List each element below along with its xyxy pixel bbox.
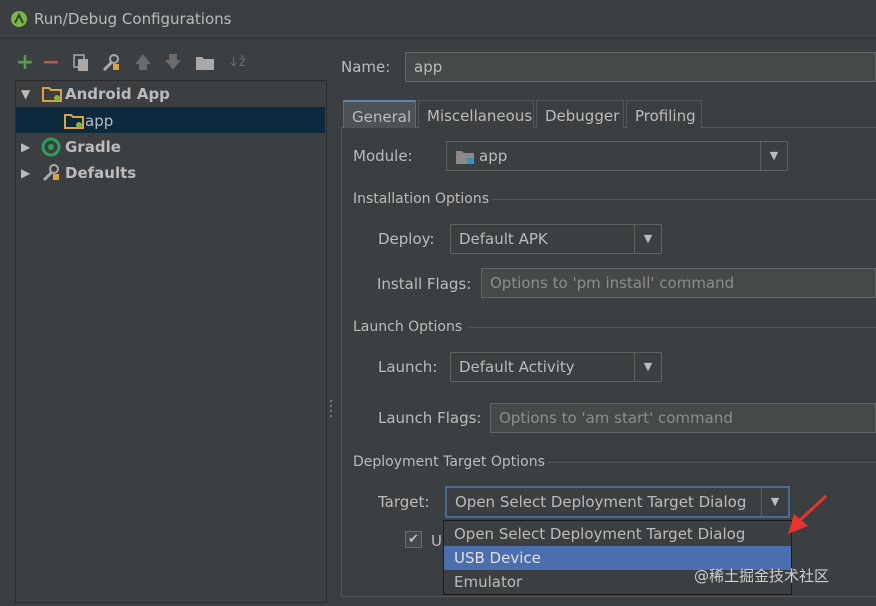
deployment-target-header: Deployment Target Options — [353, 454, 545, 470]
tree-item-android-app[interactable]: Android App — [65, 81, 170, 107]
window-title: Run/Debug Configurations — [34, 10, 232, 28]
watermark: @稀土掘金技术社区 — [694, 567, 830, 585]
launch-flags-placeholder: Options to 'am start' command — [499, 409, 733, 427]
section-divider — [492, 199, 876, 200]
title-bar: Run/Debug Configurations — [0, 0, 876, 39]
tab-miscellaneous[interactable]: Miscellaneous — [418, 100, 534, 128]
copy-icon[interactable] — [70, 50, 92, 76]
tab-general[interactable]: General — [343, 100, 416, 128]
tab-debugger[interactable]: Debugger — [536, 100, 624, 128]
section-divider — [468, 327, 876, 328]
collapse-arrow-icon[interactable]: ▶ — [21, 140, 30, 154]
collapse-arrow-icon[interactable]: ▶ — [21, 166, 30, 180]
move-up-icon[interactable]: 🡅 — [132, 50, 154, 76]
install-flags-label: Install Flags: — [377, 275, 472, 293]
target-combo[interactable]: Open Select Deployment Target Dialog ▼ — [445, 486, 790, 518]
android-app-folder-icon — [42, 87, 62, 102]
dropdown-option-open-dialog[interactable]: Open Select Deployment Target Dialog — [444, 522, 791, 546]
launch-label: Launch: — [378, 358, 438, 376]
annotation-arrow-icon — [788, 494, 828, 534]
expand-arrow-icon[interactable]: ▼ — [21, 87, 30, 101]
chevron-down-icon[interactable]: ▼ — [760, 142, 787, 170]
target-label: Target: — [378, 493, 430, 511]
checkbox[interactable]: ✔ — [405, 531, 422, 548]
tree-item-defaults[interactable]: Defaults — [65, 160, 136, 186]
folder-icon[interactable] — [194, 50, 216, 76]
module-combo[interactable]: app ▼ — [446, 141, 788, 171]
chevron-down-icon[interactable]: ▼ — [634, 225, 661, 253]
deploy-label: Deploy: — [378, 230, 435, 248]
name-label: Name: — [341, 58, 391, 76]
module-label: Module: — [353, 147, 413, 165]
app-module-icon — [64, 114, 84, 129]
name-field[interactable]: app — [405, 52, 876, 82]
move-down-icon[interactable]: 🡇 — [162, 50, 184, 76]
launch-value: Default Activity — [459, 358, 575, 376]
android-studio-icon — [11, 11, 27, 27]
target-value: Open Select Deployment Target Dialog — [455, 493, 747, 511]
tab-profiling[interactable]: Profiling — [626, 100, 702, 128]
deploy-value: Default APK — [459, 230, 548, 248]
add-icon[interactable]: + — [14, 50, 36, 76]
tree-selection-highlight — [16, 107, 325, 133]
chevron-down-icon[interactable]: ▼ — [634, 353, 661, 381]
launch-options-header: Launch Options — [353, 319, 463, 335]
section-divider — [548, 462, 876, 463]
edit-defaults-icon[interactable] — [100, 50, 122, 76]
launch-combo[interactable]: Default Activity ▼ — [450, 352, 662, 382]
tree-item-gradle[interactable]: Gradle — [65, 134, 121, 160]
checkbox-label: U — [431, 532, 442, 550]
launch-flags-label: Launch Flags: — [378, 409, 482, 427]
module-folder-icon — [456, 151, 474, 164]
module-value: app — [479, 147, 508, 165]
panel-splitter[interactable] — [328, 398, 334, 420]
gradle-icon — [41, 137, 61, 157]
configuration-tree — [15, 80, 327, 603]
sort-icon[interactable]: ↓ž — [226, 50, 248, 76]
installation-options-header: Installation Options — [353, 191, 490, 207]
install-flags-field[interactable]: Options to 'pm install' command — [481, 268, 876, 298]
install-flags-placeholder: Options to 'pm install' command — [490, 274, 735, 292]
tree-item-app[interactable]: app — [85, 108, 113, 134]
deploy-combo[interactable]: Default APK ▼ — [450, 224, 662, 254]
launch-flags-field[interactable]: Options to 'am start' command — [490, 403, 876, 433]
wrench-icon — [42, 164, 59, 182]
remove-icon[interactable]: − — [40, 50, 62, 76]
